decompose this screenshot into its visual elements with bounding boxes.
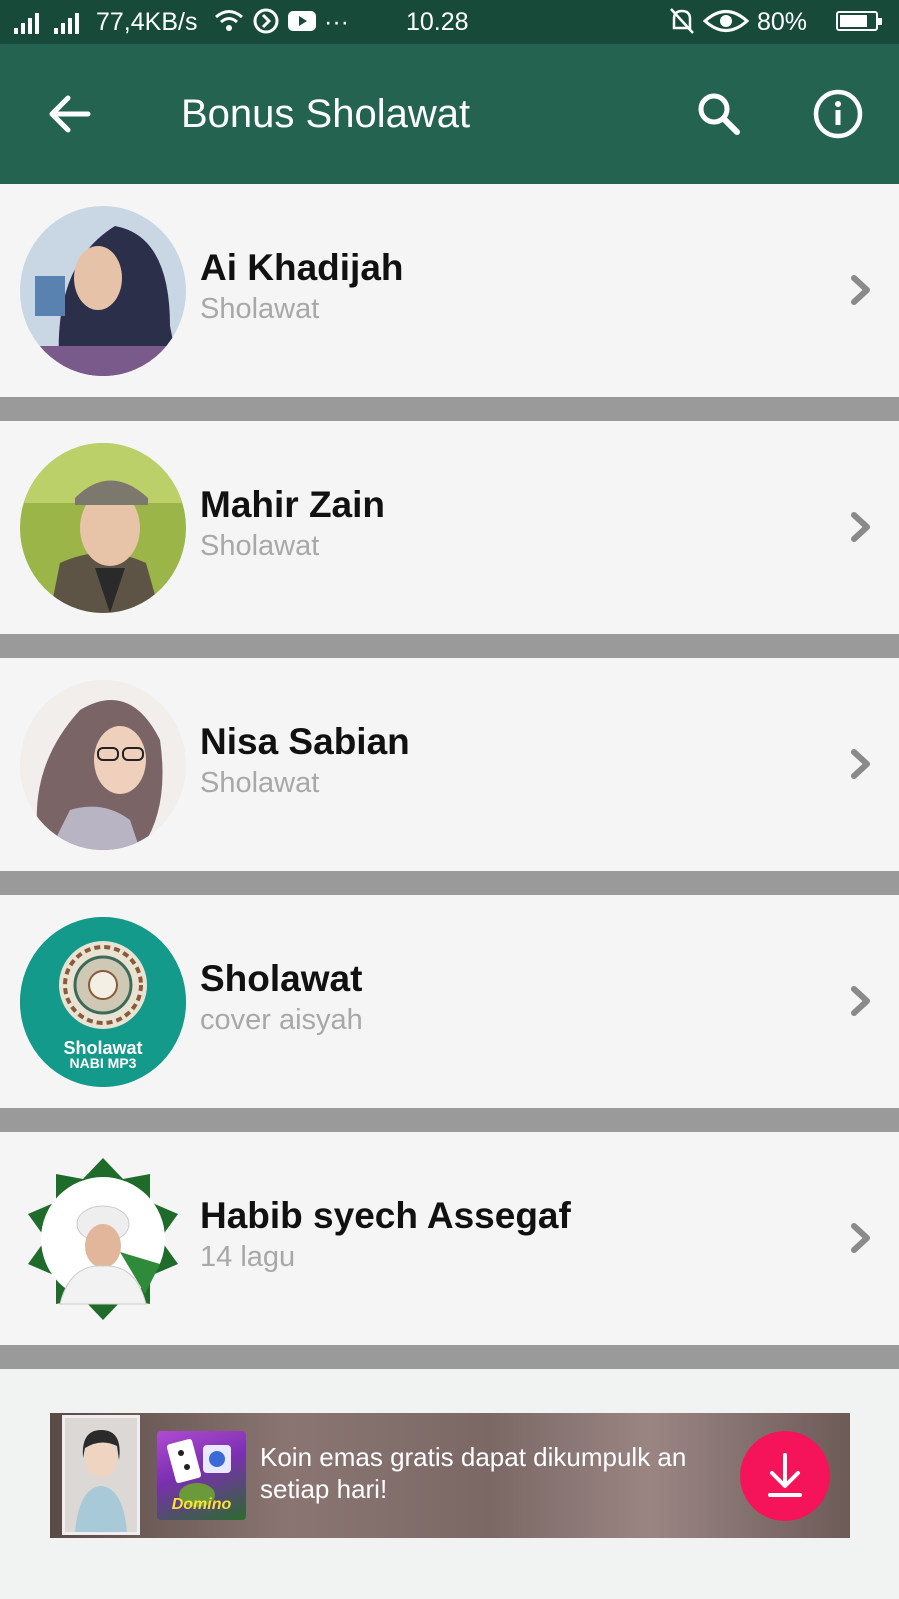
avatar	[20, 1154, 186, 1324]
back-button[interactable]	[34, 78, 106, 150]
list-item-nisa-sabian[interactable]: Nisa Sabian Sholawat	[0, 658, 899, 871]
chevron-right-icon	[851, 1223, 870, 1253]
item-title: Sholawat	[200, 958, 363, 999]
eye-icon	[702, 6, 750, 43]
item-title: Nisa Sabian	[200, 721, 410, 762]
info-button[interactable]	[802, 78, 874, 150]
list-separator	[0, 397, 899, 421]
chevron-right-icon	[851, 275, 870, 305]
item-subtitle: Sholawat	[200, 530, 320, 562]
sholawat-logo: Sholawat NABI MP3	[20, 917, 186, 1087]
battery-percent: 80%	[757, 8, 808, 36]
sync-icon	[251, 6, 281, 43]
list-separator	[0, 871, 899, 895]
list-item-mahir-zain[interactable]: Mahir Zain Sholawat	[0, 421, 899, 634]
youtube-icon	[287, 6, 317, 43]
chevron-right-icon	[851, 749, 870, 779]
more-indicator: ···	[324, 8, 349, 36]
ad-thumbnail	[62, 1415, 140, 1535]
network-speed: 77,4KB/s	[96, 8, 198, 36]
ad-banner[interactable]: Domino Koin emas gratis dapat dikumpulk …	[50, 1413, 850, 1538]
info-icon	[813, 89, 863, 139]
mute-bell-icon	[668, 6, 696, 43]
avatar	[20, 443, 186, 613]
chevron-right-icon	[851, 512, 870, 542]
logo-subtext: NABI MP3	[69, 1055, 137, 1071]
list-item-habib-syech[interactable]: Habib syech Assegaf 14 lagu	[0, 1132, 899, 1345]
domino-game-icon: Domino	[157, 1431, 246, 1520]
signal-icon-2	[54, 12, 79, 34]
item-subtitle: 14 lagu	[200, 1241, 296, 1273]
search-button[interactable]	[683, 78, 755, 150]
avatar	[20, 680, 186, 850]
battery-icon	[836, 11, 882, 31]
wifi-icon	[214, 6, 244, 43]
item-title: Ai Khadijah	[200, 247, 404, 288]
list-separator	[0, 1345, 899, 1369]
game-label: Domino	[171, 1496, 232, 1513]
page-title: Bonus Sholawat	[181, 92, 471, 136]
list-separator	[0, 634, 899, 658]
list-separator	[0, 1108, 899, 1132]
download-button[interactable]	[740, 1431, 830, 1521]
back-arrow-icon	[49, 95, 91, 133]
app-bar: Bonus Sholawat	[0, 44, 899, 184]
item-subtitle: Sholawat	[200, 293, 320, 325]
signal-icon	[14, 12, 39, 34]
item-title: Mahir Zain	[200, 484, 386, 525]
clock: 10.28	[406, 8, 469, 36]
ad-text: Koin emas gratis dapat dikumpulk an seti…	[260, 1442, 687, 1504]
avatar	[20, 206, 186, 376]
list-item-ai-khadijah[interactable]: Ai Khadijah Sholawat	[0, 184, 899, 397]
chevron-right-icon	[851, 986, 870, 1016]
status-bar: 77,4KB/s ··· 10.28 80%	[0, 0, 899, 44]
item-subtitle: Sholawat	[200, 767, 320, 799]
search-icon	[698, 93, 740, 135]
list-item-sholawat[interactable]: Sholawat NABI MP3 Sholawat cover aisyah	[0, 895, 899, 1108]
item-subtitle: cover aisyah	[200, 1004, 363, 1036]
download-icon	[768, 1453, 802, 1497]
item-title: Habib syech Assegaf	[200, 1195, 571, 1236]
